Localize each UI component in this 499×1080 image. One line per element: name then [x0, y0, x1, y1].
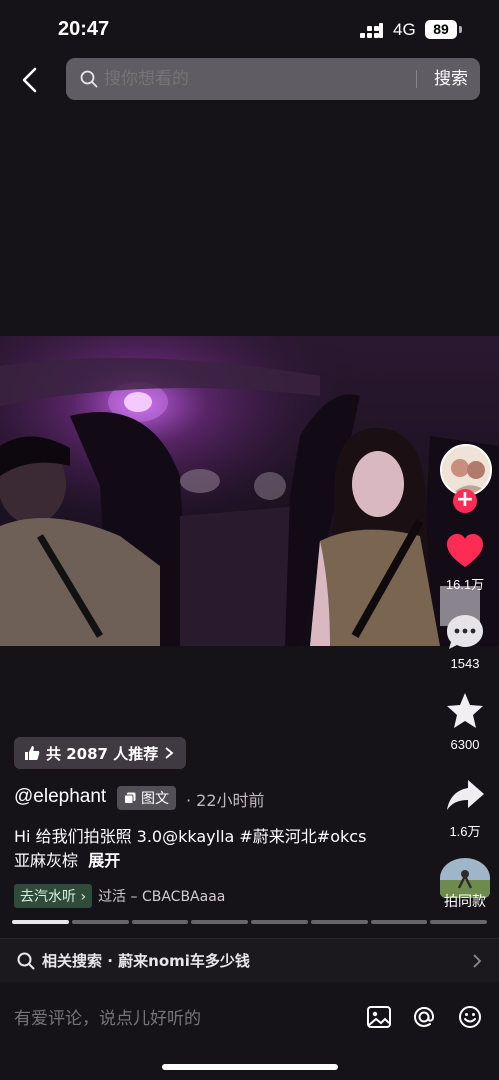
cellular-signal-icon: [360, 23, 384, 39]
home-indicator: [162, 1064, 338, 1070]
back-button[interactable]: [14, 62, 48, 98]
image-picker-icon[interactable]: [364, 1002, 394, 1032]
star-icon[interactable]: [444, 690, 486, 732]
network-type: 4G: [393, 20, 416, 39]
search-icon: [80, 70, 98, 88]
recommend-label: 共 2087 人推荐: [46, 744, 159, 763]
comment-count: 1543: [450, 656, 480, 671]
caption-line-2: 亚麻灰棕: [14, 851, 79, 870]
progress-segment: [251, 920, 308, 924]
status-bar: 20:47 4G 89: [0, 0, 499, 58]
post-time: · 22小时前: [186, 791, 265, 810]
comment-input[interactable]: [14, 1004, 344, 1034]
search-bar[interactable]: 搜索: [66, 58, 480, 100]
expand-button[interactable]: 展开: [88, 851, 120, 870]
battery-tip: [459, 26, 462, 33]
share-icon[interactable]: [444, 774, 486, 816]
search-divider: [416, 70, 417, 88]
recommend-pill[interactable]: 共 2087 人推荐: [14, 737, 187, 769]
like-count: 16.1万: [445, 577, 485, 592]
emoji-icon[interactable]: [455, 1002, 485, 1032]
follow-plus-button[interactable]: +: [453, 489, 477, 513]
music-chip-label: 去汽水听: [20, 889, 76, 905]
post-type-label: 图文: [141, 791, 169, 807]
chevron-right-icon: [473, 954, 482, 968]
search-icon: [17, 952, 35, 970]
battery-icon: 89: [425, 20, 457, 39]
caption-line-2-row: 亚麻灰棕 展开: [14, 849, 424, 873]
music-row[interactable]: 去汽水听 › 过活 – CBACBAaaa: [14, 884, 225, 908]
carousel-progress: [12, 920, 487, 924]
post-photo: [0, 336, 499, 646]
same-style-label[interactable]: 拍同款: [430, 891, 499, 911]
related-search-bar[interactable]: 相关搜索 · 蔚来nomi车多少钱: [0, 938, 499, 982]
image-post-icon: [124, 792, 136, 804]
chevron-left-icon: [22, 67, 37, 93]
music-app-chip[interactable]: 去汽水听 ›: [14, 884, 93, 908]
media-frame[interactable]: [0, 336, 499, 646]
chevron-right-icon: ›: [80, 889, 87, 905]
favorite-count: 6300: [450, 737, 480, 752]
progress-segment: [430, 920, 487, 924]
progress-segment: [71, 920, 129, 924]
progress-segment: [370, 920, 428, 924]
search-input[interactable]: [104, 58, 404, 100]
progress-segment: [191, 920, 248, 924]
status-time: 20:47: [58, 18, 110, 40]
progress-segment: [310, 920, 368, 924]
author-name[interactable]: @elephant: [14, 786, 106, 808]
share-count: 1.6万: [449, 824, 481, 839]
progress-segment: [131, 920, 189, 924]
mention-icon[interactable]: [409, 1002, 439, 1032]
search-submit-button[interactable]: 搜索: [428, 58, 474, 100]
related-search-label: 相关搜索 · 蔚来nomi车多少钱: [42, 952, 250, 970]
heart-icon[interactable]: [444, 530, 486, 572]
chevron-right-icon: [165, 747, 174, 759]
caption-line-1: Hi 给我们拍张照 3.0@kkaylla #蔚来河北#okcs: [14, 827, 367, 846]
thumbs-up-icon: [25, 746, 40, 760]
progress-segment: [12, 920, 69, 924]
caption[interactable]: Hi 给我们拍张照 3.0@kkaylla #蔚来河北#okcs 亚麻灰棕 展开: [14, 825, 424, 873]
comment-icon[interactable]: [444, 612, 486, 654]
music-track: 过活 – CBACBAaaa: [98, 889, 226, 905]
post-type-badge: 图文: [117, 786, 176, 810]
